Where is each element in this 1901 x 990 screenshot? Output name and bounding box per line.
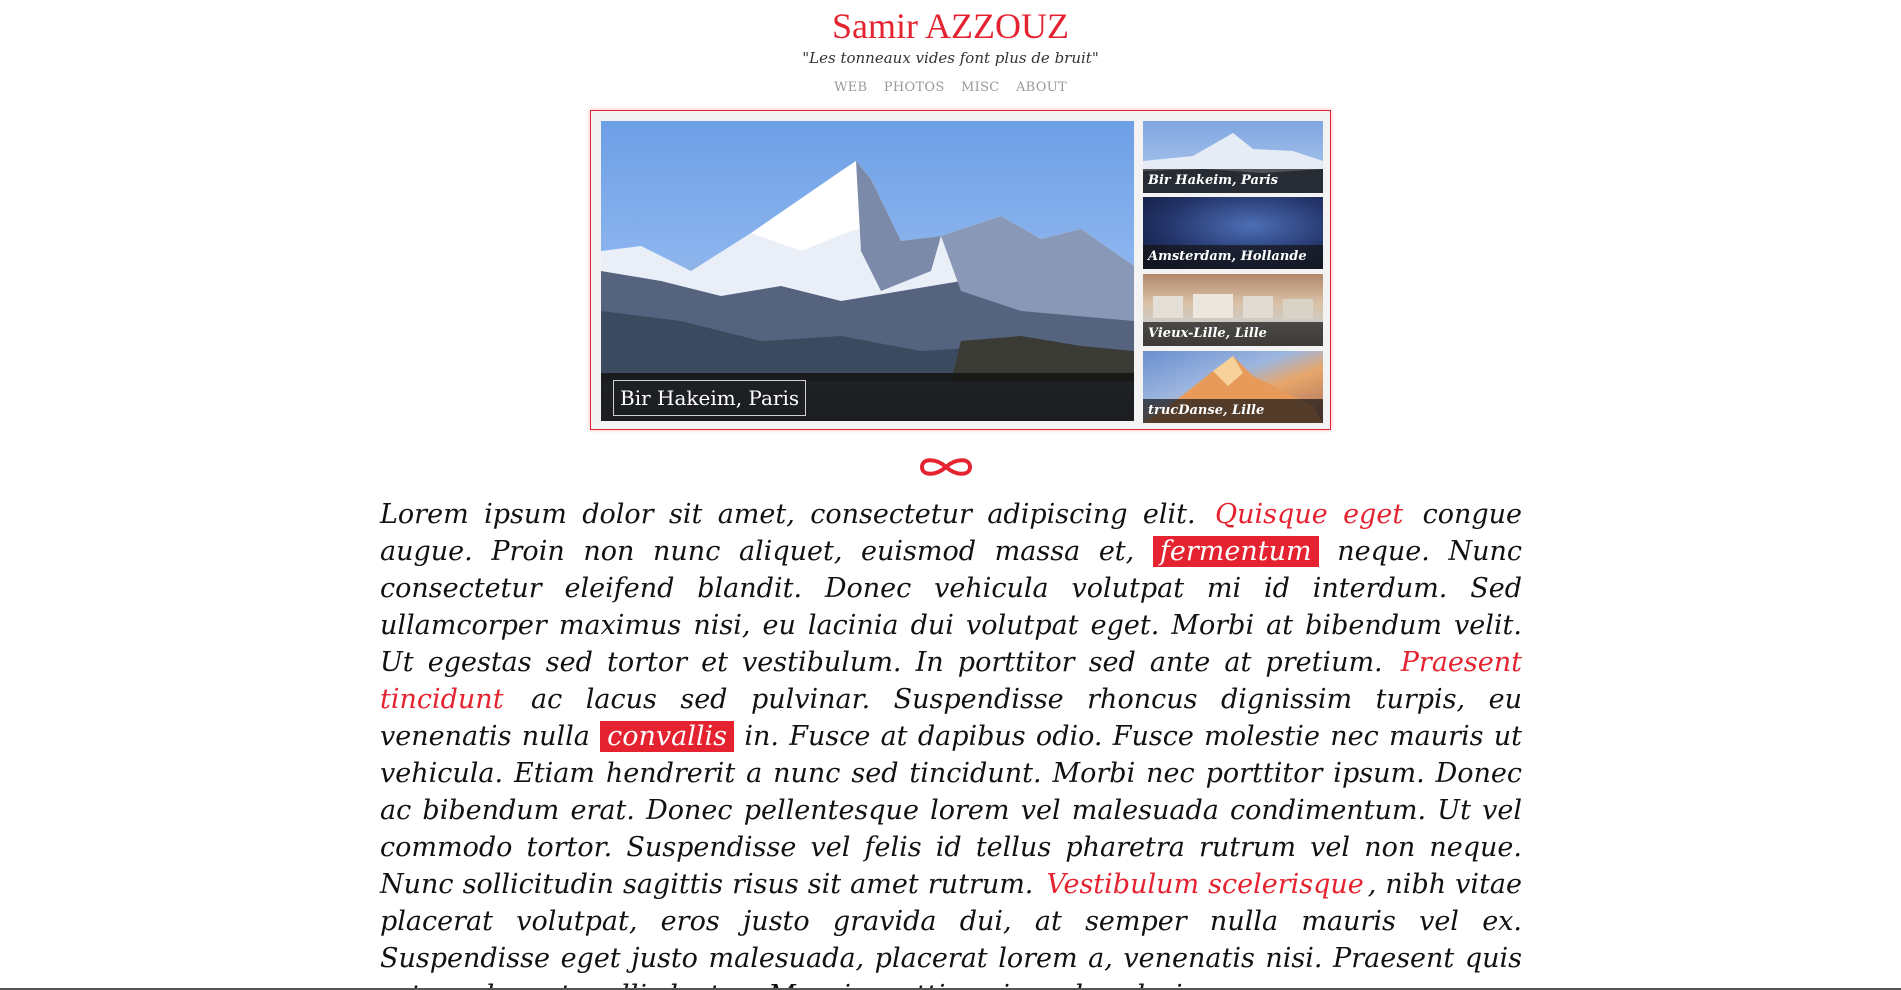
thumbnail-3[interactable]: Vieux-Lille, Lille: [1143, 274, 1323, 346]
photo-gallery: Bir Hakeim, Paris Bir Hakeim, Paris Amst…: [590, 110, 1331, 430]
article-highlight-link[interactable]: fermentum: [1152, 536, 1319, 567]
thumbnail-caption: trucDanse, Lille: [1143, 399, 1323, 423]
site-header: Samir AZZOUZ "Les tonneaux vides font pl…: [0, 0, 1901, 95]
nav-item-web[interactable]: WEB: [834, 80, 867, 95]
nav-item-misc[interactable]: MISC: [961, 80, 1000, 95]
article-link[interactable]: Quisque eget: [1211, 499, 1407, 530]
site-title[interactable]: Samir AZZOUZ: [0, 6, 1901, 46]
main-photo-caption: Bir Hakeim, Paris: [613, 380, 807, 416]
nav-item-about[interactable]: ABOUT: [1016, 80, 1067, 95]
main-photo[interactable]: Bir Hakeim, Paris: [601, 121, 1134, 421]
thumbnail-caption: Vieux-Lille, Lille: [1143, 322, 1323, 346]
article-highlight-link[interactable]: convallis: [600, 721, 735, 752]
main-caption-bar: Bir Hakeim, Paris: [601, 373, 1134, 421]
article-body: Lorem ipsum dolor sit amet, consectetur …: [380, 496, 1522, 990]
infinity-ornament-icon: [916, 452, 976, 482]
thumbnail-4[interactable]: trucDanse, Lille: [1143, 351, 1323, 423]
main-nav: WEB PHOTOS MISC ABOUT: [0, 80, 1901, 95]
article-link[interactable]: Vestibulum scelerisque: [1042, 869, 1367, 900]
thumbnail-2[interactable]: Amsterdam, Hollande: [1143, 197, 1323, 269]
thumbnail-caption: Amsterdam, Hollande: [1143, 245, 1323, 269]
thumbnail-1[interactable]: Bir Hakeim, Paris: [1143, 121, 1323, 193]
nav-item-photos[interactable]: PHOTOS: [884, 80, 945, 95]
article-text: Lorem ipsum dolor sit amet, consectetur …: [380, 499, 1212, 530]
thumbnail-caption: Bir Hakeim, Paris: [1143, 169, 1323, 193]
site-tagline: "Les tonneaux vides font plus de bruit": [802, 49, 1099, 67]
